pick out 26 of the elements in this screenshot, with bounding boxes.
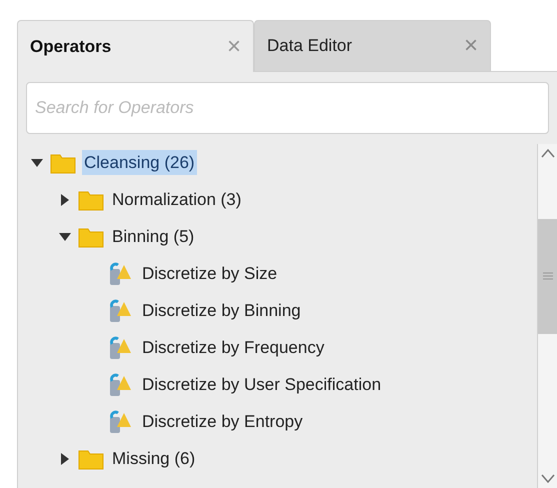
tree-item[interactable]: Normalization (3) [110,186,244,212]
operator-icon [108,298,134,324]
folder-icon [78,448,104,470]
scroll-up-icon[interactable] [540,148,554,158]
folder-icon [50,152,76,174]
tree-item[interactable]: Missing (6) [110,446,198,472]
tab[interactable]: Data Editor × [254,20,491,72]
scroll-down-icon[interactable] [540,474,554,484]
tree-item[interactable]: Binning (5) [110,224,196,250]
operator-icon [108,372,134,398]
tab[interactable]: Operators × [17,20,254,72]
scrollbar[interactable] [537,144,557,488]
tree-item[interactable]: Discretize by User Specification [140,372,384,398]
tree-item[interactable]: Discretize by Frequency [140,334,326,360]
tree-item[interactable]: Discretize by Binning [140,298,303,324]
operator-icon [108,334,134,360]
tree-item[interactable]: Discretize by Size [140,260,280,286]
grip-icon [542,272,552,280]
folder-icon [78,188,104,210]
scroll-thumb[interactable] [538,218,557,334]
operator-icon [108,408,134,434]
folder-icon [78,226,104,248]
search-field[interactable]: Search for Operators [26,82,549,134]
tree-item[interactable]: Cleansing (26) [82,150,197,176]
operator-icon [108,260,134,286]
tree-item[interactable]: Discretize by Entropy [140,408,305,434]
